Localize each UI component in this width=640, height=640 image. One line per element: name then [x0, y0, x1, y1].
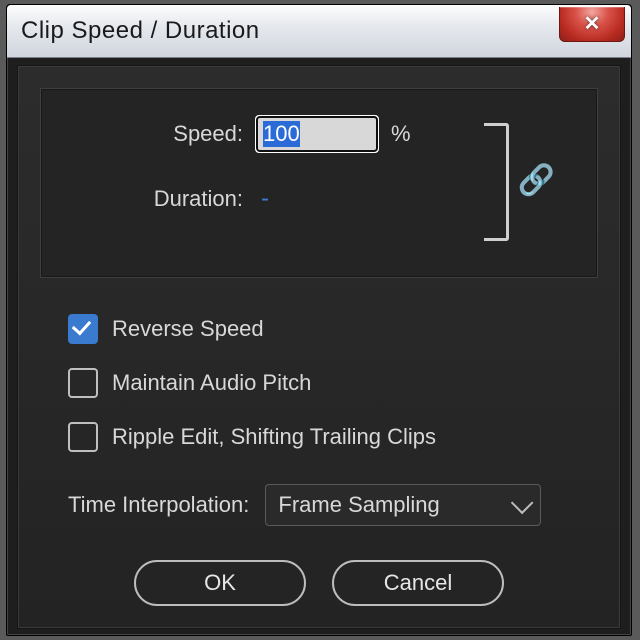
link-icon[interactable]: 🔗	[518, 163, 555, 198]
link-bracket	[484, 123, 509, 241]
reverse-speed-checkbox[interactable]	[68, 314, 98, 344]
title-bar[interactable]: Clip Speed / Duration ✕	[7, 5, 631, 58]
time-interpolation-select[interactable]: Frame Sampling	[265, 484, 541, 526]
chevron-down-icon	[511, 492, 534, 515]
speed-label: Speed:	[67, 121, 257, 147]
cancel-button[interactable]: Cancel	[332, 560, 504, 606]
ripple-edit-label[interactable]: Ripple Edit, Shifting Trailing Clips	[112, 424, 436, 450]
speed-input[interactable]	[257, 117, 377, 151]
time-interpolation-row: Time Interpolation: Frame Sampling	[68, 484, 598, 526]
speed-unit: %	[391, 121, 411, 147]
reverse-speed-row: Reverse Speed	[68, 314, 598, 344]
time-interpolation-value: Frame Sampling	[278, 492, 439, 518]
ok-button[interactable]: OK	[134, 560, 306, 606]
ripple-edit-row: Ripple Edit, Shifting Trailing Clips	[68, 422, 598, 452]
reverse-speed-label[interactable]: Reverse Speed	[112, 316, 264, 342]
maintain-pitch-row: Maintain Audio Pitch	[68, 368, 598, 398]
close-icon: ✕	[584, 14, 601, 34]
time-interpolation-label: Time Interpolation:	[68, 492, 249, 518]
speed-duration-group: Speed: % Duration: - 🔗	[40, 88, 598, 278]
close-button[interactable]: ✕	[559, 7, 625, 42]
ripple-edit-checkbox[interactable]	[68, 422, 98, 452]
dialog-window: Clip Speed / Duration ✕ Speed: % Duratio…	[6, 4, 632, 636]
dialog-button-row: OK Cancel	[40, 560, 598, 606]
duration-label: Duration:	[67, 186, 257, 212]
duration-value[interactable]: -	[257, 185, 269, 213]
maintain-pitch-checkbox[interactable]	[68, 368, 98, 398]
maintain-pitch-label[interactable]: Maintain Audio Pitch	[112, 370, 311, 396]
dialog-body: Speed: % Duration: - 🔗 Reverse Speed Mai…	[17, 65, 621, 629]
window-title: Clip Speed / Duration	[7, 17, 260, 45]
